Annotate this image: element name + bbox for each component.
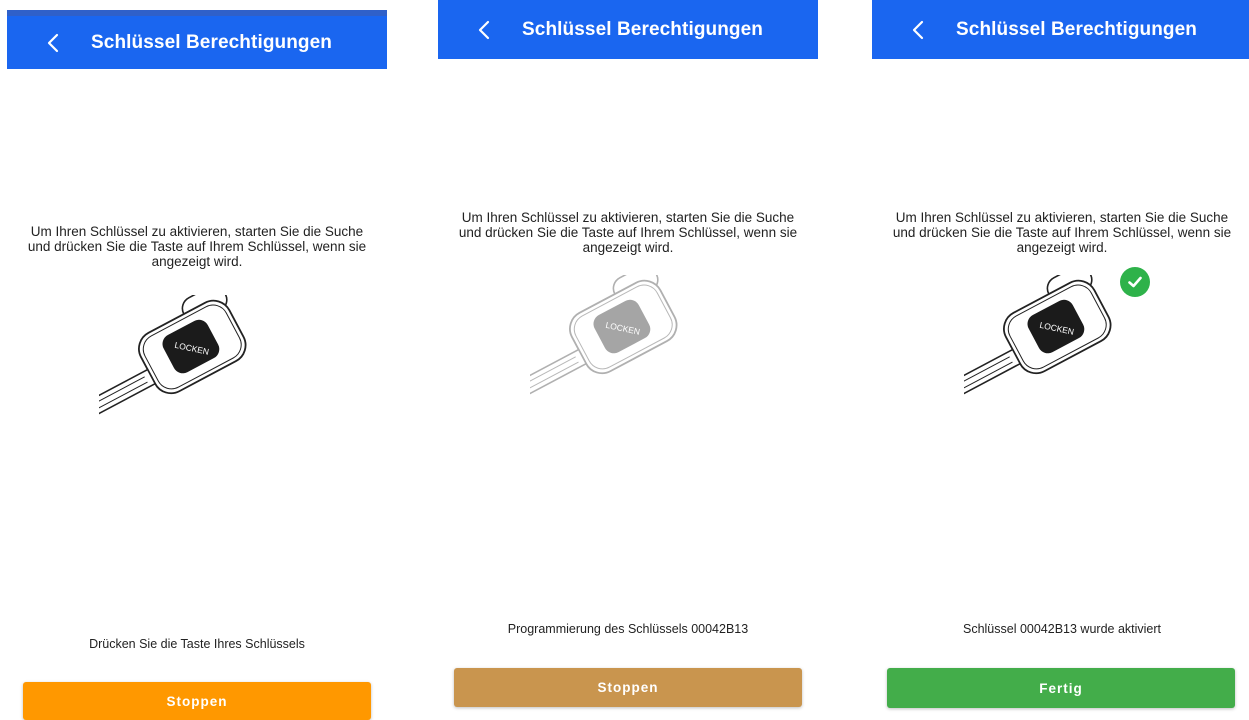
done-button[interactable]: Fertig — [887, 668, 1235, 708]
back-button[interactable] — [460, 6, 508, 54]
page-title: Schlüssel Berechtigungen — [956, 18, 1198, 40]
app-header: Schlüssel Berechtigungen — [872, 0, 1249, 59]
screen-activated: Schlüssel Berechtigungen Um Ihren Schlüs… — [872, 0, 1249, 718]
page-title: Schlüssel Berechtigungen — [522, 18, 764, 40]
chevron-left-icon — [478, 20, 490, 39]
instruction-text: Um Ihren Schlüssel zu aktivieren, starte… — [27, 224, 367, 269]
back-button[interactable] — [29, 19, 77, 67]
app-header: Schlüssel Berechtigungen — [7, 10, 387, 69]
chevron-left-icon — [912, 20, 924, 39]
instruction-text: Um Ihren Schlüssel zu aktivieren, starte… — [892, 210, 1232, 255]
check-icon — [1128, 276, 1142, 288]
key-fob-icon: LOCKEN — [964, 275, 1112, 400]
check-circle-icon — [1120, 267, 1150, 297]
status-text: Programmierung des Schlüssels 00042B13 — [507, 622, 749, 636]
status-text: Schlüssel 00042B13 wurde aktiviert — [962, 622, 1162, 636]
status-text: Drücken Sie die Taste Ihres Schlüssels — [89, 637, 305, 651]
chevron-left-icon — [47, 33, 59, 52]
back-button[interactable] — [894, 6, 942, 54]
instruction-text: Um Ihren Schlüssel zu aktivieren, starte… — [458, 210, 798, 255]
key-fob-faded-icon: LOCKEN — [530, 275, 678, 400]
stop-button[interactable]: Stoppen — [23, 682, 371, 720]
stop-button[interactable]: Stoppen — [454, 668, 802, 707]
screen-programming: Schlüssel Berechtigungen Um Ihren Schlüs… — [438, 0, 818, 718]
page-title: Schlüssel Berechtigungen — [91, 31, 333, 53]
app-header: Schlüssel Berechtigungen — [438, 0, 818, 59]
screen-search: Schlüssel Berechtigungen Um Ihren Schlüs… — [7, 10, 387, 720]
key-fob-icon: LOCKEN — [99, 295, 247, 420]
